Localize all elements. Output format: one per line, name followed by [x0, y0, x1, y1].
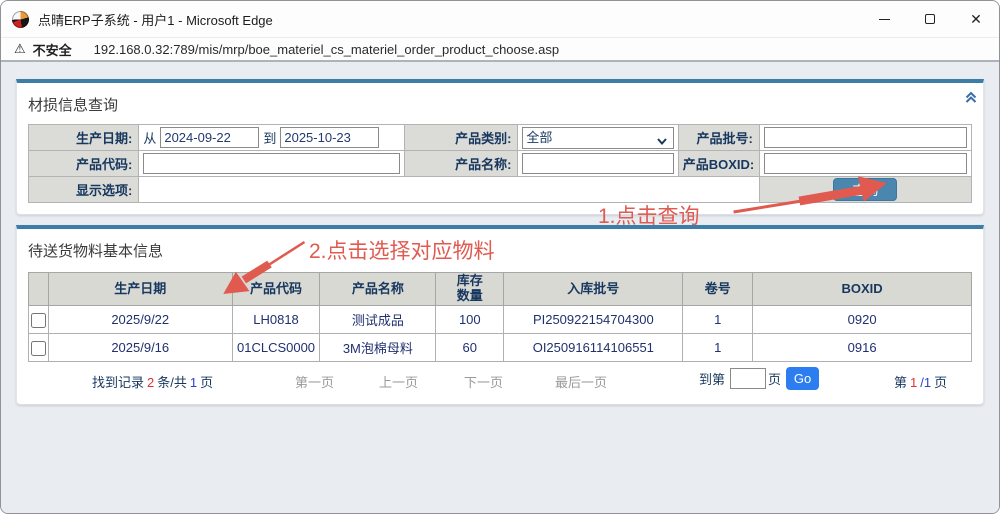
cell-product-name: 3M泡棉母料	[320, 334, 436, 362]
product-batch-label: 产品批号:	[678, 125, 759, 151]
records-summary: 找到记录2条/共1页	[92, 372, 213, 391]
cell-production-date: 2025/9/22	[48, 306, 232, 334]
cell-boxid: 0916	[753, 334, 972, 362]
table-row[interactable]: 2025/9/16 01CLCS0000 3M泡棉母料 60 OI2509161…	[29, 334, 972, 362]
close-icon: ✕	[970, 12, 982, 26]
goto-suffix: 页	[768, 369, 781, 388]
next-page-link[interactable]: 下一页	[464, 372, 503, 391]
window-controls: ✕	[861, 1, 999, 37]
page-prefix: 第	[894, 375, 907, 390]
row-checkbox-cell	[29, 306, 49, 334]
app-favicon-icon	[12, 11, 29, 28]
pagination-bar: 找到记录2条/共1页 第一页 上一页 下一页 最后一页 到第 页 Go 第1/1…	[28, 363, 972, 393]
product-batch-input[interactable]	[764, 127, 967, 148]
query-button[interactable]: 查询	[833, 178, 897, 201]
cell-inbound-batch: OI250916114106551	[504, 334, 683, 362]
col-roll-no: 卷号	[683, 273, 753, 306]
records-prefix: 找到记录	[92, 375, 144, 390]
records-middle: 条/共	[157, 375, 187, 390]
product-category-select[interactable]: 全部	[522, 127, 673, 149]
display-options-label: 显示选项:	[29, 177, 139, 203]
materials-table: 生产日期 产品代码 产品名称 库存 数量 入库批号 卷号 BOXID 2025/…	[28, 272, 972, 362]
cell-inbound-batch: PI250922154704300	[504, 306, 683, 334]
query-panel: 材损信息查询 生产日期: 从 到	[16, 79, 984, 215]
product-code-label: 产品代码:	[29, 151, 139, 177]
query-panel-title: 材损信息查询	[28, 91, 972, 124]
display-options-area	[139, 177, 759, 203]
browser-window: 点晴ERP子系统 - 用户1 - Microsoft Edge ✕ ⚠ 不安全 …	[0, 0, 1000, 514]
prev-page-link[interactable]: 上一页	[379, 372, 418, 391]
product-category-label: 产品类别:	[405, 125, 518, 151]
first-page-link[interactable]: 第一页	[295, 372, 334, 391]
security-warning-icon: ⚠	[14, 41, 26, 57]
col-production-date[interactable]: 生产日期	[48, 273, 232, 306]
page-current: 1	[910, 375, 917, 390]
to-label: 到	[263, 128, 276, 147]
table-row[interactable]: 2025/9/22 LH0818 测试成品 100 PI250922154704…	[29, 306, 972, 334]
col-product-name: 产品名称	[320, 273, 436, 306]
row-checkbox[interactable]	[31, 341, 46, 356]
date-from-input[interactable]	[160, 127, 259, 148]
title-bar: 点晴ERP子系统 - 用户1 - Microsoft Edge ✕	[1, 1, 999, 38]
minimize-button[interactable]	[861, 1, 907, 37]
col-select	[29, 273, 49, 306]
cell-product-name: 测试成品	[320, 306, 436, 334]
cell-stock-qty: 60	[436, 334, 504, 362]
product-name-input[interactable]	[522, 153, 673, 174]
page-url[interactable]: 192.168.0.32:789/mis/mrp/boe_materiel_cs…	[94, 42, 559, 57]
materials-panel: 待送货物料基本信息 生产日期 产品代码 产品名称 库存 数量 入库批号 卷号 B…	[16, 225, 984, 405]
page-content: 材损信息查询 生产日期: 从 到	[1, 62, 999, 513]
goto-page-group: 到第 页 Go	[699, 367, 819, 390]
cell-boxid: 0920	[753, 306, 972, 334]
col-boxid: BOXID	[753, 273, 972, 306]
product-boxid-input[interactable]	[764, 153, 967, 174]
production-date-label: 生产日期:	[29, 125, 139, 151]
query-button-cell: 查询	[759, 177, 971, 203]
date-to-input[interactable]	[280, 127, 379, 148]
goto-prefix: 到第	[699, 369, 725, 388]
row-checkbox-cell	[29, 334, 49, 362]
records-count: 2	[147, 375, 154, 390]
url-bar: ⚠ 不安全 192.168.0.32:789/mis/mrp/boe_mater…	[1, 38, 999, 62]
minimize-icon	[879, 19, 890, 20]
cell-roll-no: 1	[683, 306, 753, 334]
materials-panel-title: 待送货物料基本信息	[28, 237, 972, 270]
close-button[interactable]: ✕	[953, 1, 999, 37]
page-total: /1	[920, 375, 931, 390]
product-name-label: 产品名称:	[405, 151, 518, 177]
go-button[interactable]: Go	[786, 367, 819, 390]
cell-product-code: LH0818	[232, 306, 320, 334]
product-code-input[interactable]	[143, 153, 400, 174]
records-pages: 1	[190, 375, 197, 390]
cell-stock-qty: 100	[436, 306, 504, 334]
page-indicator: 第1/1页	[894, 372, 947, 391]
materials-table-header-row: 生产日期 产品代码 产品名称 库存 数量 入库批号 卷号 BOXID	[29, 273, 972, 306]
chevron-double-up-icon	[964, 90, 978, 104]
col-product-code: 产品代码	[232, 273, 320, 306]
product-boxid-label: 产品BOXID:	[678, 151, 759, 177]
records-suffix: 页	[200, 375, 213, 390]
col-inbound-batch: 入库批号	[504, 273, 683, 306]
collapse-panel-button[interactable]	[964, 90, 978, 109]
cell-roll-no: 1	[683, 334, 753, 362]
cell-production-date: 2025/9/16	[48, 334, 232, 362]
last-page-link[interactable]: 最后一页	[555, 372, 607, 391]
window-title: 点晴ERP子系统 - 用户1 - Microsoft Edge	[38, 10, 273, 29]
maximize-button[interactable]	[907, 1, 953, 37]
col-stock-qty: 库存 数量	[436, 273, 504, 306]
security-warning-label[interactable]: 不安全	[33, 40, 72, 59]
query-form: 生产日期: 从 到 产品类别: 全部	[28, 124, 972, 203]
page-suffix: 页	[934, 375, 947, 390]
cell-product-code: 01CLCS0000	[232, 334, 320, 362]
goto-page-input[interactable]	[730, 368, 766, 389]
maximize-icon	[925, 14, 935, 24]
row-checkbox[interactable]	[31, 313, 46, 328]
from-label: 从	[143, 128, 156, 147]
